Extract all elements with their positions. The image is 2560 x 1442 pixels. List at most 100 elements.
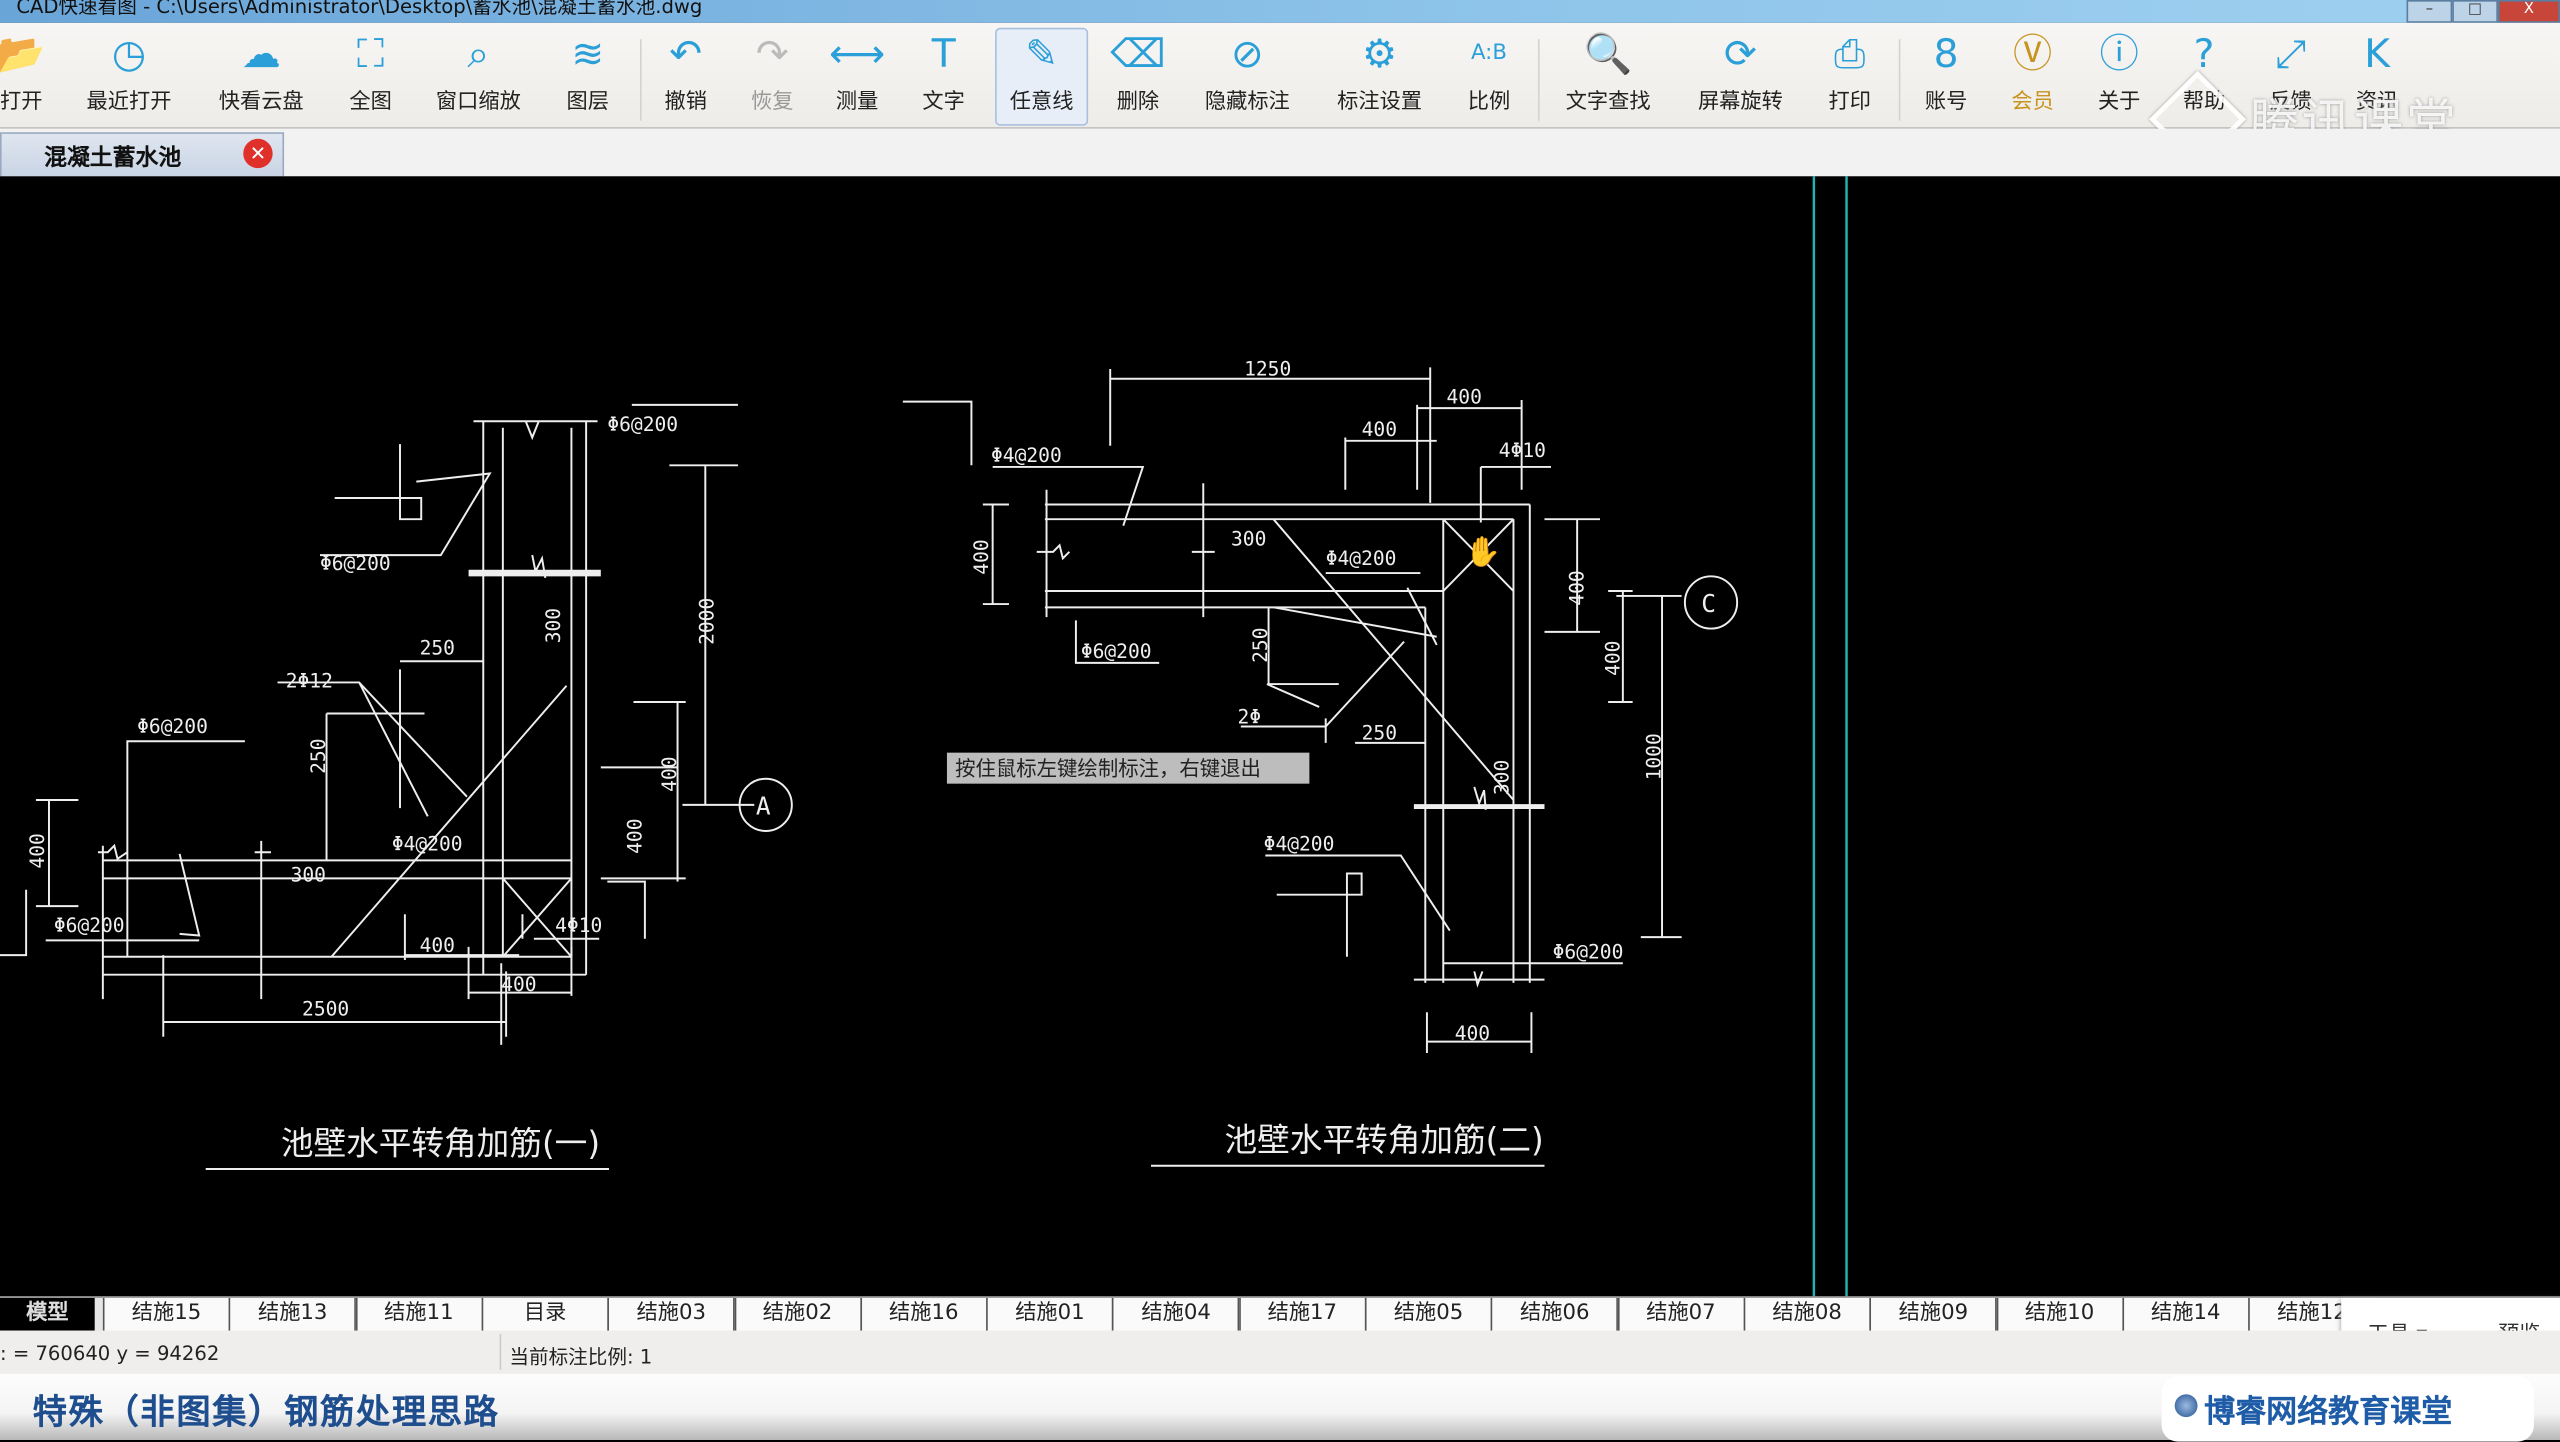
layout-tab[interactable]: 结施16	[860, 1297, 988, 1331]
toolbar-button-redo[interactable]: ↷ 恢复	[751, 29, 793, 124]
layout-tab[interactable]: 目录	[481, 1297, 609, 1331]
maximize-button[interactable]: □	[2452, 0, 2498, 23]
dimension-settings-icon: ⚙	[1362, 31, 1398, 77]
dim-label: 400	[970, 539, 993, 574]
toolbar-button-pen[interactable]: ✎ 任意线	[995, 27, 1089, 126]
annotation-scale: 当前标注比例: 1	[509, 1345, 653, 1369]
toolbar-button-label: 全图	[349, 89, 392, 115]
layout-tab[interactable]: 结施08	[1743, 1297, 1871, 1331]
close-button[interactable]: X	[2497, 0, 2560, 23]
toolbar-button-info[interactable]: ⓘ 关于	[2098, 29, 2140, 124]
toolbar-button-dimension-settings[interactable]: ⚙ 标注设置	[1337, 29, 1422, 124]
toolbar-button-ruler[interactable]: ⟷ 测量	[829, 29, 885, 124]
help-icon: ?	[2193, 31, 2215, 77]
minimize-button[interactable]: –	[2406, 0, 2453, 23]
dim-label: 400	[1362, 418, 1397, 441]
layout-tab-model[interactable]: 模型	[0, 1297, 95, 1331]
document-tab-label: 混凝土蓄水池	[44, 145, 182, 172]
toolbar-button-zoom-window[interactable]: ⌕ 窗口缩放	[436, 29, 521, 124]
k-logo-icon: K	[2364, 31, 2390, 77]
dim-label: 2500	[302, 998, 349, 1021]
text-search-icon: 🔍	[1583, 31, 1633, 77]
toolbar-button-label: 会员	[2011, 89, 2054, 115]
toolbar-button-printer[interactable]: ⎙ 打印	[1829, 29, 1871, 124]
toolbar-button-fit-extent[interactable]: ⛶ 全图	[349, 29, 391, 124]
toolbar-button-user[interactable]: 8 账号	[1925, 29, 1967, 124]
dim-label: Φ6@200	[54, 914, 125, 937]
toolbar-button-label: 屏幕旋转	[1697, 89, 1783, 115]
layout-tab[interactable]: 结施07	[1617, 1297, 1745, 1331]
toolbar-button-vip-badge[interactable]: Ⓥ 会员	[2011, 29, 2053, 124]
layout-tab[interactable]: 结施11	[355, 1297, 483, 1331]
toolbar-button-layers[interactable]: ≋ 图层	[567, 29, 609, 124]
dim-label: Φ6@200	[1553, 940, 1624, 963]
dim-label: 400	[1566, 570, 1589, 605]
toolbar-button-cloud[interactable]: ☁ 快看云盘	[219, 29, 304, 124]
layout-tab[interactable]: 结施05	[1364, 1297, 1493, 1331]
layers-icon: ≋	[571, 31, 605, 77]
dim-label: Φ4@200	[1264, 833, 1335, 856]
layout-tab[interactable]: 结施17	[1238, 1297, 1367, 1331]
layout-tab[interactable]: 结施14	[2122, 1297, 2250, 1331]
info-icon: ⓘ	[2099, 31, 2139, 77]
toolbar-button-eraser[interactable]: ⌫ 删除	[1110, 29, 1165, 124]
layout-tab[interactable]: 结施13	[229, 1297, 357, 1331]
toolbar-button-undo[interactable]: ↶ 撤销	[664, 29, 706, 124]
toolbar-button-label: 窗口缩放	[435, 89, 521, 115]
layout-tab[interactable]: 结施15	[102, 1297, 231, 1331]
layout-tab[interactable]: 结施03	[607, 1297, 735, 1331]
dim-label: 2Φ	[1238, 705, 1262, 728]
toolbar-button-label: 图层	[566, 89, 609, 115]
toolbar-button-text-T[interactable]: T 文字	[922, 29, 964, 124]
user-icon: 8	[1933, 31, 1959, 77]
globe-icon	[2174, 1394, 2198, 1418]
layout-tab[interactable]: 结施06	[1491, 1297, 1619, 1331]
dim-label: 1000	[1642, 733, 1665, 780]
eye-hidden-icon: ⊘	[1230, 31, 1264, 77]
toolbar-button-scale-ab[interactable]: A:B 比例	[1468, 29, 1510, 124]
layout-tab[interactable]: 结施04	[1112, 1297, 1240, 1331]
layout-tab[interactable]: 结施01	[986, 1297, 1114, 1331]
brand-logo-text: 博睿网络教育课堂	[2204, 1394, 2453, 1431]
redo-icon: ↷	[755, 31, 789, 77]
dim-label: Φ6@200	[1081, 640, 1152, 663]
layout-tab[interactable]: 结施09	[1869, 1297, 1998, 1331]
toolbar-button-label: 打开	[0, 89, 43, 115]
document-tab[interactable]: 混凝土蓄水池 ✕	[0, 132, 285, 178]
toolbar-button-rotate-screen[interactable]: ⟳ 屏幕旋转	[1698, 29, 1783, 124]
drawing-canvas[interactable]: Φ6@200 Φ6@200 250 2Φ12 Φ6@200 250 300 20…	[0, 176, 2560, 1297]
document-tab-bar: 混凝土蓄水池 ✕	[0, 128, 2560, 178]
dim-label: 300	[291, 864, 326, 887]
detail-title-1: 池壁水平转角加筋(一)	[281, 1124, 600, 1162]
dim-label: 250	[420, 637, 455, 660]
toolbar-button-clock-history[interactable]: ◷ 最近打开	[87, 29, 172, 124]
toolbar-button-label: 文字	[922, 89, 965, 115]
detail-title-2: 池壁水平转角加筋(二)	[1224, 1121, 1543, 1159]
toolbar-button-label: 测量	[835, 89, 879, 115]
axis-bubble-label: C	[1701, 589, 1716, 618]
window-title: CAD快速看图 - C:\Users\Administrator\Desktop…	[16, 0, 703, 18]
close-tab-icon[interactable]: ✕	[243, 138, 273, 169]
detail-drawing-1: Φ6@200 Φ6@200 250 2Φ12 Φ6@200 250 300 20…	[0, 403, 793, 1170]
toolbar-button-label: 最近打开	[86, 89, 172, 115]
toolbar-button-eye-hidden[interactable]: ⊘ 隐藏标注	[1205, 29, 1290, 124]
zoom-window-icon: ⌕	[467, 31, 490, 77]
layout-tab[interactable]: 结施02	[733, 1297, 862, 1331]
layout-tab[interactable]: 结施10	[1995, 1297, 2124, 1331]
toolbar-button-text-search[interactable]: 🔍 文字查找	[1566, 29, 1651, 124]
toolbar-button-label: 撤销	[664, 89, 707, 115]
layout-tabs: 模型 结施15 结施13 结施11 目录 结施03 结施02 结施16 结施01 结施04 结施17…	[0, 1296, 2560, 1334]
toolbar-button-folder-open[interactable]: 📂 打开	[0, 29, 46, 124]
dim-label: 4Φ10	[1499, 439, 1546, 462]
rotate-screen-icon: ⟳	[1723, 31, 1757, 77]
dim-label: 2000	[695, 598, 718, 645]
toolbar-button-label: 删除	[1116, 89, 1160, 115]
dim-label: 1250	[1244, 358, 1291, 381]
hand-cursor-icon: ✋	[1464, 535, 1501, 569]
dim-label: 400	[658, 756, 681, 791]
toolbar-button-label: 隐藏标注	[1204, 89, 1290, 115]
status-bar: : = 760640 y = 94262 当前标注比例: 1	[0, 1330, 2560, 1374]
toolbar-button-label: 标注设置	[1337, 89, 1423, 115]
toolbar-button-label: 文字查找	[1565, 89, 1651, 115]
cursor-coordinates: : = 760640 y = 94262	[0, 1342, 220, 1365]
